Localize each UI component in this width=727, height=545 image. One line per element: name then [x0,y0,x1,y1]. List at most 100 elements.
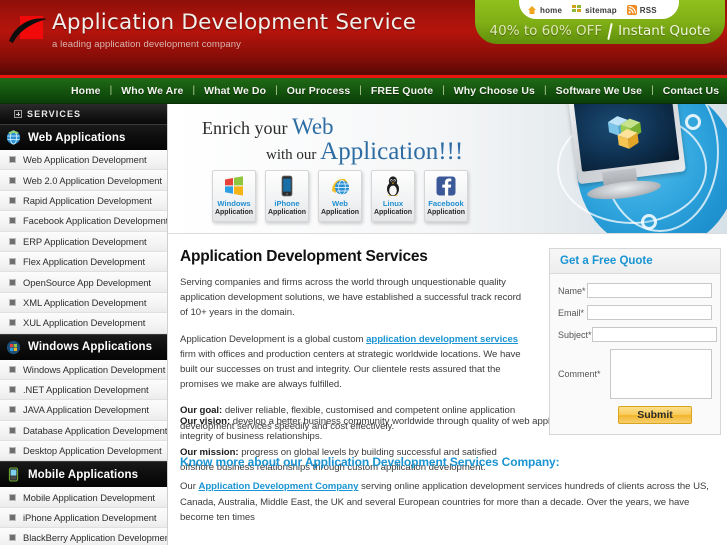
windows-orb-icon [6,340,21,355]
bullet-square-icon [9,258,16,266]
field-row-comment: Comment* [558,349,712,399]
page-title: Application Development Services [180,248,428,265]
banner-tile-web[interactable]: Web Application [318,170,362,222]
promo-text-row[interactable]: 40% to 60% OFF Instant Quote [475,20,725,42]
bullet-square-icon [9,426,16,434]
bullet-square-icon [9,493,16,501]
banner-tile-subtitle: Application [426,209,466,216]
promo-offer-label: 40% to 60% OFF [489,23,603,39]
banner-tile-windows[interactable]: Windows Application [212,170,256,222]
bullet-square-icon [9,514,16,522]
banner-tile-iphone[interactable]: iPhone Application [265,170,309,222]
mobile-phone-icon [6,467,21,482]
sidebar-item-label: Mobile Application Development [23,491,155,503]
bullet-square-icon [9,319,16,327]
sidebar-item-blackberry-application-development[interactable]: BlackBerry Application Development [0,528,167,545]
banner-tile-title: Web [332,199,348,208]
sidebar-group-windows-applications[interactable]: Windows Applications [0,333,167,360]
promo-divider [607,22,613,40]
banner-tile-title: Windows [217,199,251,208]
sidebar-groups: Web Applications Web Application Developm… [0,124,167,545]
p2-after: firm with offices and production centers… [180,348,521,391]
nav-item-free-quote[interactable]: FREE Quote [362,85,442,97]
utility-link-rss[interactable]: RSS [626,5,657,15]
sidebar-item-xml-application-development[interactable]: XML Application Development [0,292,167,314]
sidebar-item-web-application-development[interactable]: Web Application Development [0,150,167,171]
nav-item-contact-us[interactable]: Contact Us [654,85,727,97]
sidebar-item-label: Windows Application Development [23,363,166,375]
nav-item-software-we-use[interactable]: Software We Use [547,85,652,97]
sidebar-item-erp-application-development[interactable]: ERP Application Development [0,231,167,252]
sidebar-group-mobile-applications[interactable]: Mobile Applications [0,461,167,488]
email-label: Email* [558,307,585,318]
banner-line2-b: Application!!! [320,138,464,165]
sidebar-item-iphone-application-development[interactable]: iPhone Application Development [0,507,167,529]
sidebar-item-xul-application-development[interactable]: XUL Application Development [0,313,167,334]
bullet-square-icon [9,534,16,542]
sidebar-item--net-application-development[interactable]: .NET Application Development [0,379,167,401]
sidebar-group-label: Mobile Applications [28,468,139,481]
sidebar-item-label: JAVA Application Development [23,404,149,416]
submit-button[interactable]: Submit [618,406,692,424]
plus-box-icon[interactable] [14,110,22,118]
subject-field[interactable] [591,327,717,342]
utility-link-home-label: home [540,5,563,15]
submit-row: Submit [558,406,712,424]
logo[interactable] [8,12,48,54]
sidebar-item-rapid-application-development[interactable]: Rapid Application Development [0,190,167,212]
utility-link-home[interactable]: home [527,5,562,15]
link-application-development-company[interactable]: Application Development Company [198,481,358,492]
promo-banner: home sitemap RSS 40% to 60% OFF Instant … [475,0,725,44]
page-root: Application Development Service a leadin… [0,0,727,545]
banner-tile-facebook[interactable]: Facebook Application [424,170,468,222]
sidebar-item-label: OpenSource App Development [23,276,151,288]
nav-item-our-process[interactable]: Our Process [278,85,360,97]
sidebar-item-flex-application-development[interactable]: Flex Application Development [0,251,167,273]
nav-item-what-we-do[interactable]: What We Do [195,85,275,97]
utility-link-rss-label: RSS [639,5,657,15]
sidebar-services-header[interactable]: SERVICES [0,104,167,124]
sidebar-item-windows-application-development[interactable]: Windows Application Development [0,359,167,380]
sidebar-item-desktop-application-development[interactable]: Desktop Application Development [0,441,167,462]
name-field[interactable] [587,283,712,298]
comment-label: Comment* [558,369,601,379]
banner-tile-title: Facebook [428,199,464,208]
link-application-development-services[interactable]: application development services [366,334,518,345]
sidebar-item-database-application-development[interactable]: Database Application Development [0,420,167,442]
email-field[interactable] [587,305,712,320]
article-paragraph-2: Application Development is a global cust… [180,332,526,393]
sidebar-group-web-applications[interactable]: Web Applications [0,124,167,150]
article-paragraph-1: Serving companies and firms across the w… [180,277,522,319]
monitor-with-cubes-icon [568,104,691,204]
banner-tile-linux[interactable]: Linux Application [371,170,415,222]
banner-tile-subtitle: Application [320,209,360,216]
bullet-square-icon [9,406,16,414]
sidebar-group-label: Windows Applications [28,341,153,354]
sidebar-item-facebook-application-development[interactable]: Facebook Application Development [0,211,168,232]
nav-item-who-we-are[interactable]: Who We Are [112,85,192,97]
bullet-square-icon [9,176,16,184]
banner-tile-subtitle: Application [373,209,413,216]
nav-item-home[interactable]: Home [62,85,110,97]
comment-field[interactable] [610,349,712,399]
vision-label: Our vision: [180,416,231,427]
sidebar-item-opensource-app-development[interactable]: OpenSource App Development [0,272,167,293]
sidebar-item-label: Web 2.0 Application Development [23,174,162,186]
field-row-subject: Subject* [558,327,717,342]
banner-line1-a: Enrich your [202,118,292,138]
nav-item-why-choose-us[interactable]: Why Choose Us [445,85,544,97]
sidebar-item-label: BlackBerry Application Development [23,532,168,544]
sidebar-item-mobile-application-development[interactable]: Mobile Application Development [0,487,167,508]
banner-line2-a: with our [266,147,321,163]
utility-link-sitemap[interactable]: sitemap [572,5,617,15]
globe-icon [6,130,21,145]
sidebar-item-web-2-0-application-development[interactable]: Web 2.0 Application Development [0,170,167,191]
linux-penguin-icon [382,175,404,197]
sidebar-item-label: Facebook Application Development [23,215,168,227]
site-header: Application Development Service a leadin… [0,0,727,78]
subject-label: Subject* [558,329,592,340]
sidebar-item-java-application-development[interactable]: JAVA Application Development [0,400,167,421]
sidebar-item-label: Flex Application Development [23,256,146,268]
bullet-square-icon [9,365,16,373]
banner-tile-title: iPhone [274,199,300,208]
